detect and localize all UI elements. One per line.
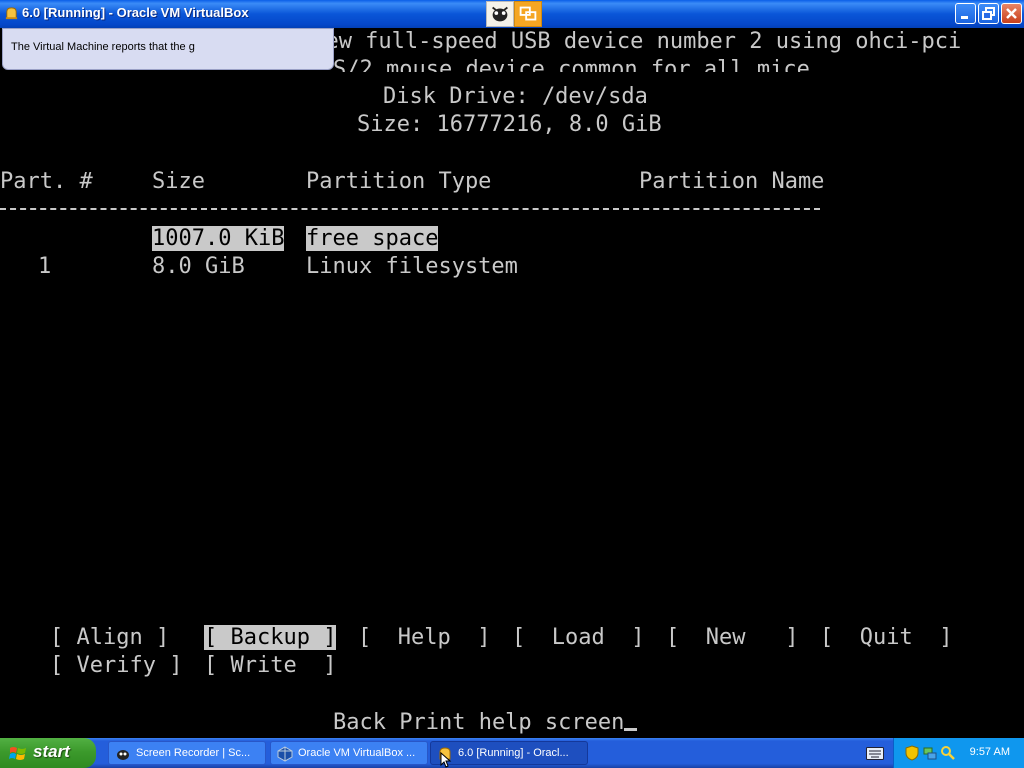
close-icon — [1006, 8, 1017, 19]
restore-icon — [982, 7, 995, 20]
clock[interactable]: 9:57 AM — [970, 746, 1010, 758]
menu-align[interactable]: [ Align ] — [50, 624, 169, 652]
taskbar-button-label: 6.0 [Running] - Oracl... — [458, 747, 569, 759]
disk-size-label: Size: 16777216, 8.0 GiB — [357, 112, 662, 137]
restore-button[interactable] — [978, 3, 999, 24]
taskbar: start Screen Recorder | Sc... Oracle VM … — [0, 738, 1024, 768]
menu-new[interactable]: [ New ] — [666, 624, 798, 652]
virtualbox-icon — [277, 746, 293, 762]
header-part-number: Part. # — [0, 169, 93, 194]
row-size: 8.0 GiB — [152, 254, 245, 279]
header-partition-name: Partition Name — [639, 169, 825, 194]
minimize-button[interactable] — [955, 3, 976, 24]
taskbar-button-label: Screen Recorder | Sc... — [136, 747, 251, 759]
seamless-mode-icon[interactable] — [514, 1, 542, 27]
security-shield-icon[interactable] — [904, 745, 920, 761]
start-label: start — [33, 742, 70, 761]
screen-recorder-icon — [117, 750, 129, 760]
taskbar-button-virtualbox[interactable]: Oracle VM VirtualBox ... — [270, 741, 428, 765]
status-line: Back Print help screen — [333, 709, 638, 737]
minimize-icon — [961, 16, 968, 19]
header-size: Size — [152, 169, 205, 194]
mouse-integration-icon[interactable] — [486, 1, 514, 27]
system-tray: 9:57 AM — [893, 738, 1024, 768]
row-type: free space — [306, 226, 439, 251]
row-type: Linux filesystem — [306, 254, 518, 279]
menu-backup[interactable]: [ Backup ] — [204, 624, 337, 652]
row-size: 1007.0 KiB — [152, 226, 285, 251]
window-titlebar[interactable]: 6.0 [Running] - Oracle VM VirtualBox — [0, 0, 1024, 28]
vm-console[interactable]: usb 1-1: new full-speed USB device numbe… — [0, 28, 1024, 738]
kernel-message: S/2 mouse device common for all mice — [333, 57, 810, 72]
mouse-cursor-icon — [440, 752, 452, 768]
windows-logo-icon — [9, 747, 26, 760]
vm-notification[interactable]: The Virtual Machine reports that the g — [2, 28, 334, 70]
menu-help[interactable]: [ Help ] — [358, 624, 490, 652]
menu-write[interactable]: [ Write ] — [204, 652, 336, 680]
search-icon[interactable] — [940, 745, 956, 761]
window-title: 6.0 [Running] - Oracle VM VirtualBox — [22, 5, 249, 20]
close-button[interactable] — [1001, 3, 1022, 24]
notification-text: The Virtual Machine reports that the g — [11, 41, 195, 53]
menu-verify[interactable]: [ Verify ] — [50, 652, 182, 680]
taskbar-button-screen-recorder[interactable]: Screen Recorder | Sc... — [108, 741, 266, 765]
menu-quit[interactable]: [ Quit ] — [820, 624, 952, 652]
header-partition-type: Partition Type — [306, 169, 492, 194]
row-part-number: 1 — [38, 254, 52, 279]
virtualbox-window-icon — [5, 7, 18, 20]
disk-drive-label: Disk Drive: /dev/sda — [383, 84, 648, 109]
keyboard-icon[interactable] — [866, 747, 884, 760]
taskbar-button-label: Oracle VM VirtualBox ... — [298, 747, 416, 759]
start-button[interactable]: start — [0, 738, 96, 768]
header-separator — [0, 208, 820, 210]
taskbar-button-vm-running[interactable]: 6.0 [Running] - Oracl... — [430, 741, 588, 765]
text-cursor — [624, 728, 638, 731]
menu-load[interactable]: [ Load ] — [512, 624, 644, 652]
network-icon[interactable] — [922, 745, 938, 761]
